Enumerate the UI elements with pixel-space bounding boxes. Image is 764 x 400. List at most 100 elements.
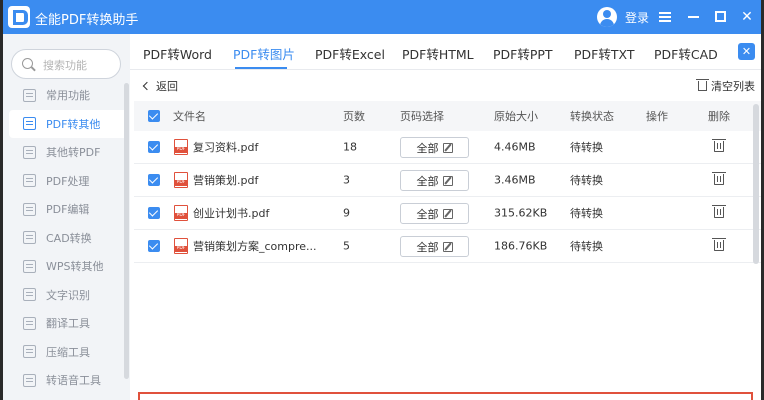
tab-pdf-to-ppt[interactable]: PDF转PPT [493, 44, 553, 63]
edit-icon [442, 241, 453, 252]
tab-pdf-to-image[interactable]: PDF转图片 [233, 44, 295, 63]
clear-list-button[interactable]: 清空列表 [696, 78, 755, 94]
highlight-box [138, 392, 753, 400]
sidebar-item-label: 压缩工具 [46, 345, 90, 359]
table-row: 复习资料.pdf 18 全部 4.46MB 待转换 [134, 131, 761, 164]
sidebar-item-ocr[interactable]: 文字识别 [3, 281, 124, 310]
sidebar-item-wps[interactable]: WPS转其他 [3, 252, 124, 281]
clear-list-label: 清空列表 [711, 80, 755, 93]
file-size: 186.76KB [494, 239, 548, 253]
sidebar-item-label: PDF转其他 [46, 117, 101, 131]
close-panel-button[interactable]: ✕ [738, 43, 755, 60]
tab-pdf-to-word[interactable]: PDF转Word [143, 44, 212, 63]
close-window-button[interactable]: ✕ [736, 6, 758, 28]
page-count: 3 [343, 173, 350, 187]
delete-icon[interactable] [712, 238, 726, 251]
speech-icon [23, 373, 36, 387]
tab-pdf-to-excel[interactable]: PDF转Excel [315, 44, 385, 63]
file-name: 复习资料.pdf [193, 141, 259, 154]
wps-icon [23, 259, 36, 273]
sidebar-item-label: 其他转PDF [46, 146, 101, 160]
sidebar-item-common[interactable]: 常用功能 [3, 81, 124, 110]
file-table: 文件名 页数 页码选择 原始大小 转换状态 操作 删除 复习资料.pdf 18 … [134, 101, 761, 263]
cad-icon [23, 231, 36, 245]
row-checkbox[interactable] [148, 141, 160, 153]
search-input[interactable] [43, 56, 117, 74]
active-tab-indicator [235, 67, 287, 69]
app-logo-icon [8, 6, 30, 28]
compress-icon [23, 345, 36, 359]
row-checkbox[interactable] [148, 207, 160, 219]
main-scrollbar[interactable] [753, 104, 759, 264]
tab-bar: PDF转Word PDF转图片 PDF转Excel PDF转HTML PDF转P… [130, 34, 761, 70]
sidebar-item-other-to-pdf[interactable]: 其他转PDF [3, 138, 124, 167]
file-size: 3.46MB [494, 173, 536, 187]
page-select-button[interactable]: 全部 [400, 170, 469, 191]
maximize-button[interactable] [709, 6, 731, 28]
file-name: 营销策划方案_compre... [193, 240, 317, 253]
pdf-process-icon [23, 174, 36, 188]
page-select-label: 全部 [416, 174, 439, 188]
page-select-button[interactable]: 全部 [400, 236, 469, 257]
convert-status: 待转换 [570, 174, 603, 187]
pdf-file-icon [174, 238, 188, 254]
select-all-checkbox[interactable] [148, 110, 160, 122]
sidebar-item-speech[interactable]: 转语音工具 [3, 366, 124, 395]
sidebar-item-label: 常用功能 [46, 89, 90, 103]
sidebar-item-translate[interactable]: 翻译工具 [3, 309, 124, 338]
sidebar-item-label: 转语音工具 [46, 374, 101, 388]
file-size: 4.46MB [494, 140, 536, 154]
table-header: 文件名 页数 页码选择 原始大小 转换状态 操作 删除 [134, 101, 761, 131]
page-count: 9 [343, 206, 350, 220]
header-operation: 操作 [646, 110, 668, 123]
page-select-label: 全部 [416, 141, 439, 155]
page-count: 18 [343, 140, 357, 154]
sidebar-item-label: PDF处理 [46, 174, 90, 188]
back-button[interactable]: 返回 [142, 78, 178, 94]
page-count: 5 [343, 239, 350, 253]
sidebar-item-cad[interactable]: CAD转换 [3, 224, 124, 253]
page-select-button[interactable]: 全部 [400, 203, 469, 224]
edit-icon [442, 142, 453, 153]
pdf-edit-icon [23, 202, 36, 216]
table-row: 营销策划.pdf 3 全部 3.46MB 待转换 [134, 164, 761, 197]
search-box [11, 49, 121, 79]
delete-icon[interactable] [712, 172, 726, 185]
sidebar-item-pdf-process[interactable]: PDF处理 [3, 167, 124, 196]
maximize-icon [715, 11, 726, 22]
header-file-name: 文件名 [173, 110, 206, 123]
header-size: 原始大小 [494, 110, 538, 123]
menu-icon [659, 12, 671, 22]
menu-button[interactable] [654, 6, 676, 28]
delete-icon[interactable] [712, 205, 726, 218]
sidebar-item-label: PDF编辑 [46, 203, 90, 217]
pdf-convert-icon [23, 117, 36, 131]
star-icon [23, 88, 36, 102]
login-label: 登录 [625, 10, 650, 25]
sidebar-item-pdf-to-other[interactable]: PDF转其他 [9, 109, 124, 138]
app-window: 全能PDF转换助手 登录 ✕ 常用功能 PDF转其他 其他转PDF PDF处理 … [3, 0, 761, 400]
tab-pdf-to-cad[interactable]: PDF转CAD [654, 44, 718, 63]
tab-pdf-to-html[interactable]: PDF转HTML [402, 44, 474, 63]
sidebar-item-label: WPS转其他 [46, 260, 104, 274]
sidebar-scrollbar[interactable] [124, 83, 129, 379]
sidebar-item-pdf-edit[interactable]: PDF编辑 [3, 195, 124, 224]
minimize-button[interactable] [682, 6, 704, 28]
pdf-file-icon [174, 172, 188, 188]
row-checkbox[interactable] [148, 174, 160, 186]
login-button[interactable]: 登录 [597, 7, 649, 27]
convert-status: 待转换 [570, 207, 603, 220]
file-name: 营销策划.pdf [193, 174, 259, 187]
sidebar-item-compress[interactable]: 压缩工具 [3, 338, 124, 367]
user-avatar-icon [597, 7, 617, 27]
edit-icon [442, 175, 453, 186]
delete-icon[interactable] [712, 139, 726, 152]
header-pages: 页数 [343, 110, 365, 123]
search-icon [22, 58, 33, 69]
translate-icon [23, 316, 36, 330]
sidebar-item-label: 翻译工具 [46, 317, 90, 331]
tab-pdf-to-txt[interactable]: PDF转TXT [574, 44, 634, 63]
row-checkbox[interactable] [148, 240, 160, 252]
page-select-button[interactable]: 全部 [400, 137, 469, 158]
table-row: 创业计划书.pdf 9 全部 315.62KB 待转换 [134, 197, 761, 230]
